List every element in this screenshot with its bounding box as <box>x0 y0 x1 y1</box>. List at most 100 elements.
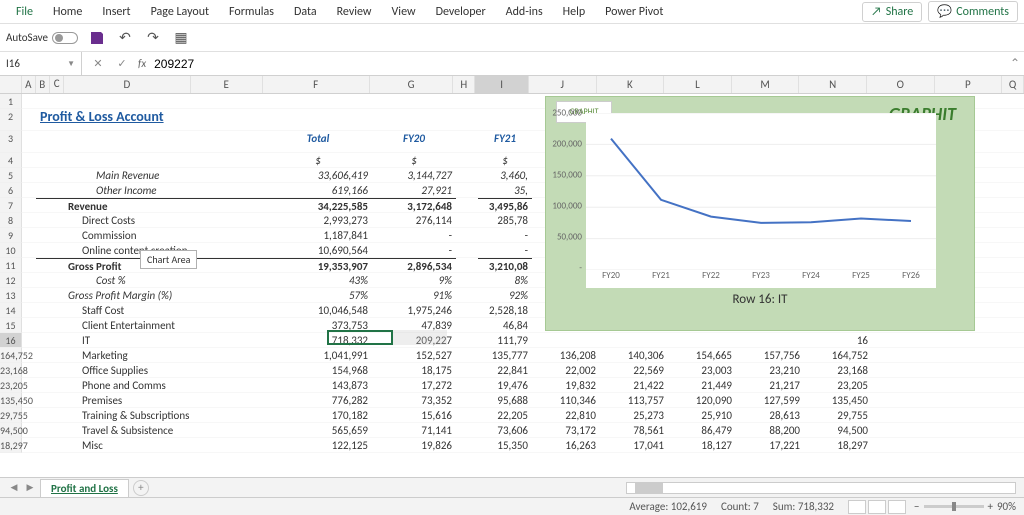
col-header[interactable]: L <box>664 76 732 93</box>
col-header[interactable]: H <box>453 76 475 93</box>
row-header[interactable]: 1 <box>0 94 22 109</box>
row-header[interactable]: 8 <box>0 213 22 228</box>
row-header[interactable]: 23,205 <box>0 378 22 393</box>
dropdown-icon: ▼ <box>67 59 75 69</box>
menu-developer[interactable]: Developer <box>426 1 496 23</box>
row-header[interactable]: 4 <box>0 153 22 168</box>
row-label: Marketing <box>64 348 192 362</box>
row-header[interactable]: 164,752 <box>0 348 22 363</box>
select-all-button[interactable] <box>0 76 22 93</box>
row-label: Cost % <box>64 273 192 287</box>
spreadsheet-grid[interactable]: A B C D E F G H I J K L M N O P Q 12 Prof… <box>0 76 1024 484</box>
view-normal-button[interactable] <box>848 500 866 514</box>
embedded-chart[interactable]: GRAPHIT GRAPHIT -50,000100,000150,000200… <box>545 96 975 331</box>
expand-formula-bar-icon[interactable]: ⌃ <box>1006 56 1024 71</box>
row-header[interactable]: 135,450 <box>0 393 22 408</box>
touch-mode-icon[interactable]: ▦ <box>172 29 190 47</box>
col-header[interactable]: B <box>36 76 50 93</box>
menu-addins[interactable]: Add-ins <box>496 1 553 23</box>
col-header[interactable]: M <box>732 76 800 93</box>
zoom-control[interactable]: − + 90% <box>914 500 1016 513</box>
row-label: Staff Cost <box>64 303 192 317</box>
col-header[interactable]: K <box>597 76 665 93</box>
menu-insert[interactable]: Insert <box>92 1 140 23</box>
autosave-toggle[interactable]: AutoSave <box>6 31 78 44</box>
col-header[interactable]: C <box>50 76 64 93</box>
row-header[interactable]: 29,755 <box>0 408 22 423</box>
menu-file[interactable]: File <box>6 1 43 23</box>
row-header[interactable]: 23,168 <box>0 363 22 378</box>
row-header[interactable]: 16 <box>0 333 22 348</box>
comment-icon: 💬 <box>937 4 952 19</box>
sheet-nav-prev[interactable]: ◀ <box>8 482 20 493</box>
zoom-in-icon[interactable]: + <box>988 500 993 513</box>
row-header[interactable]: 11 <box>0 258 22 273</box>
row-header[interactable]: 15 <box>0 318 22 333</box>
share-icon: ↗ <box>871 5 882 19</box>
zoom-level[interactable]: 90% <box>997 500 1016 513</box>
fx-icon[interactable]: fx <box>138 57 146 70</box>
col-header[interactable]: N <box>799 76 867 93</box>
share-button[interactable]: ↗Share <box>862 2 922 22</box>
menu-page-layout[interactable]: Page Layout <box>141 1 219 23</box>
row-header[interactable]: 94,500 <box>0 423 22 438</box>
row-label: Revenue <box>64 198 192 212</box>
menu-power-pivot[interactable]: Power Pivot <box>595 1 673 23</box>
row-label: IT <box>64 333 192 347</box>
row-header[interactable]: 12 <box>0 273 22 288</box>
confirm-formula-icon[interactable]: ✓ <box>114 57 130 70</box>
save-icon[interactable] <box>88 29 106 47</box>
add-sheet-button[interactable]: + <box>133 480 149 496</box>
horizontal-scrollbar[interactable] <box>626 482 1016 494</box>
quick-access-toolbar: AutoSave ↶ ↷ ▦ <box>0 24 1024 52</box>
row-header[interactable]: 7 <box>0 198 22 213</box>
row-header[interactable]: 10 <box>0 243 22 258</box>
formula-bar: I16▼ ✕ ✓ fx ⌃ <box>0 52 1024 76</box>
menu-data[interactable]: Data <box>284 1 327 23</box>
col-header[interactable]: J <box>529 76 597 93</box>
row-header[interactable]: 9 <box>0 228 22 243</box>
undo-icon[interactable]: ↶ <box>116 29 134 47</box>
status-count: Count: 7 <box>721 500 759 513</box>
col-header[interactable]: G <box>370 76 454 93</box>
row-header[interactable]: 18,297 <box>0 438 22 453</box>
row-label: Misc <box>64 438 192 452</box>
row-header[interactable]: 13 <box>0 288 22 303</box>
row-label: Premises <box>64 393 192 407</box>
row-label: Commission <box>64 228 192 242</box>
col-header[interactable]: P <box>935 76 1003 93</box>
col-header[interactable]: F <box>263 76 370 93</box>
menu-help[interactable]: Help <box>553 1 596 23</box>
view-page-break-button[interactable] <box>888 500 906 514</box>
autosave-label: AutoSave <box>6 31 48 44</box>
menu-view[interactable]: View <box>382 1 426 23</box>
row-header[interactable]: 3 <box>0 131 22 153</box>
cancel-formula-icon[interactable]: ✕ <box>90 57 106 70</box>
view-page-layout-button[interactable] <box>868 500 886 514</box>
col-header[interactable]: I <box>475 76 529 93</box>
row-header[interactable]: 14 <box>0 303 22 318</box>
menu-formulas[interactable]: Formulas <box>219 1 284 23</box>
status-bar: Average: 102,619 Count: 7 Sum: 718,332 −… <box>0 497 1024 515</box>
comments-button[interactable]: 💬Comments <box>928 1 1018 22</box>
sheet-nav-next[interactable]: ▶ <box>24 482 36 493</box>
redo-icon[interactable]: ↷ <box>144 29 162 47</box>
menu-home[interactable]: Home <box>43 1 92 23</box>
col-header[interactable]: O <box>867 76 935 93</box>
col-header[interactable]: E <box>191 76 263 93</box>
formula-input[interactable] <box>154 57 998 71</box>
name-box[interactable]: I16▼ <box>0 52 82 75</box>
col-header[interactable]: A <box>22 76 36 93</box>
row-header[interactable]: 6 <box>0 183 22 198</box>
row-header[interactable]: 2 <box>0 109 22 131</box>
page-title: Profit & Loss Account <box>36 109 536 130</box>
row-label: Gross Profit Margin (%) <box>64 288 192 302</box>
col-header[interactable]: D <box>64 76 191 93</box>
sheet-tab[interactable]: Profit and Loss <box>40 479 129 497</box>
row-label: Main Revenue <box>64 168 192 182</box>
row-label: Direct Costs <box>64 213 192 227</box>
col-header[interactable]: Q <box>1002 76 1024 93</box>
zoom-out-icon[interactable]: − <box>914 500 919 513</box>
menu-review[interactable]: Review <box>327 1 382 23</box>
row-header[interactable]: 5 <box>0 168 22 183</box>
